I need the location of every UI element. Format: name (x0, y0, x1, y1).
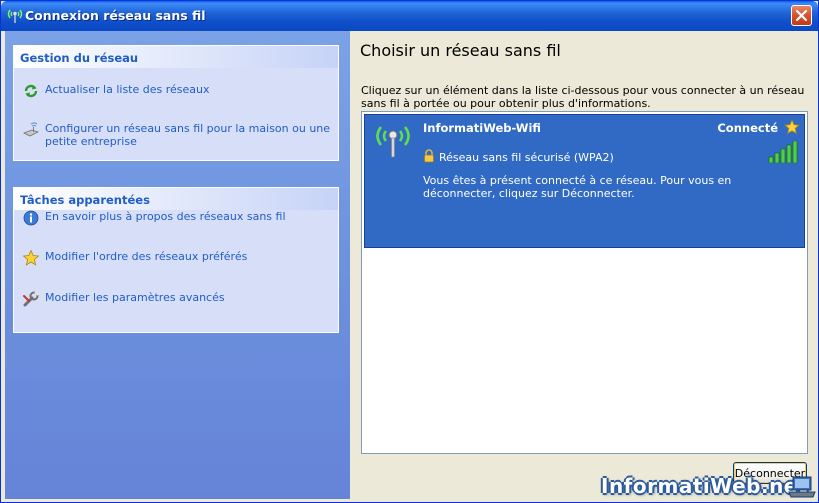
close-x-icon (795, 9, 808, 22)
connection-message: Vous êtes à présent connecté à ce réseau… (423, 174, 732, 200)
page-title: Choisir un réseau sans fil (360, 41, 561, 60)
network-status: Connecté (717, 121, 778, 135)
network-list-item[interactable]: InformatiWeb-Wifi Connecté Réseau sans f… (364, 114, 805, 248)
signal-bar (792, 141, 798, 163)
info-icon (23, 210, 39, 226)
setup-wireless-network-label: Configurer un réseau sans fil pour la ma… (45, 122, 331, 148)
network-security: Réseau sans fil sécurisé (WPA2) (439, 151, 614, 164)
signal-bar (774, 152, 780, 163)
star-icon (22, 249, 40, 266)
signal-bar (768, 156, 774, 163)
close-button[interactable] (791, 5, 812, 26)
related-tasks-box: Tâches apparentées En savoir plus à prop… (13, 187, 339, 333)
window-title: Connexion réseau sans fil (25, 8, 206, 23)
laptop-logo-icon (788, 476, 816, 498)
refresh-network-list-link[interactable]: Actualiser la liste des réseaux (22, 83, 210, 100)
refresh-network-list-label: Actualiser la liste des réseaux (45, 83, 210, 96)
wireless-antenna-icon (376, 126, 410, 158)
advanced-settings-label: Modifier les paramètres avancés (45, 291, 225, 304)
advanced-settings-link[interactable]: Modifier les paramètres avancés (22, 291, 225, 308)
title-bar[interactable]: Connexion réseau sans fil (1, 1, 818, 31)
signal-bar (780, 148, 786, 163)
watermark-text: InformatiWeb.net (601, 474, 808, 498)
wireless-setup-icon (23, 122, 40, 137)
wireless-network-icon (7, 9, 23, 23)
preferred-order-link[interactable]: Modifier l'ordre des réseaux préférés (22, 249, 248, 267)
signal-strength-icon (768, 141, 798, 163)
preferred-order-label: Modifier l'ordre des réseaux préférés (45, 250, 248, 263)
lock-icon (424, 149, 434, 163)
network-list[interactable]: InformatiWeb-Wifi Connecté Réseau sans f… (361, 111, 808, 454)
refresh-icon (24, 84, 38, 98)
instructions-text: Cliquez sur un élément dans la liste ci-… (361, 84, 805, 110)
network-tasks-header: Gestion du réseau (14, 46, 338, 68)
related-tasks-header: Tâches apparentées (14, 188, 338, 210)
preferred-star-icon (784, 119, 800, 135)
network-tasks-box: Gestion du réseau Actualiser la liste de… (13, 45, 339, 161)
signal-bar (786, 144, 792, 163)
main-pane: Choisir un réseau sans fil Cliquez sur u… (350, 31, 817, 499)
learn-wireless-label: En savoir plus à propos des réseaux sans… (45, 210, 286, 223)
learn-wireless-link[interactable]: En savoir plus à propos des réseaux sans… (22, 210, 286, 227)
wrench-icon (23, 291, 39, 307)
wireless-connection-window: Connexion réseau sans fil Gestion du rés… (0, 0, 819, 503)
setup-wireless-network-link[interactable]: Configurer un réseau sans fil pour la ma… (22, 122, 332, 148)
task-pane: Gestion du réseau Actualiser la liste de… (5, 31, 350, 499)
network-name: InformatiWeb-Wifi (423, 121, 541, 135)
